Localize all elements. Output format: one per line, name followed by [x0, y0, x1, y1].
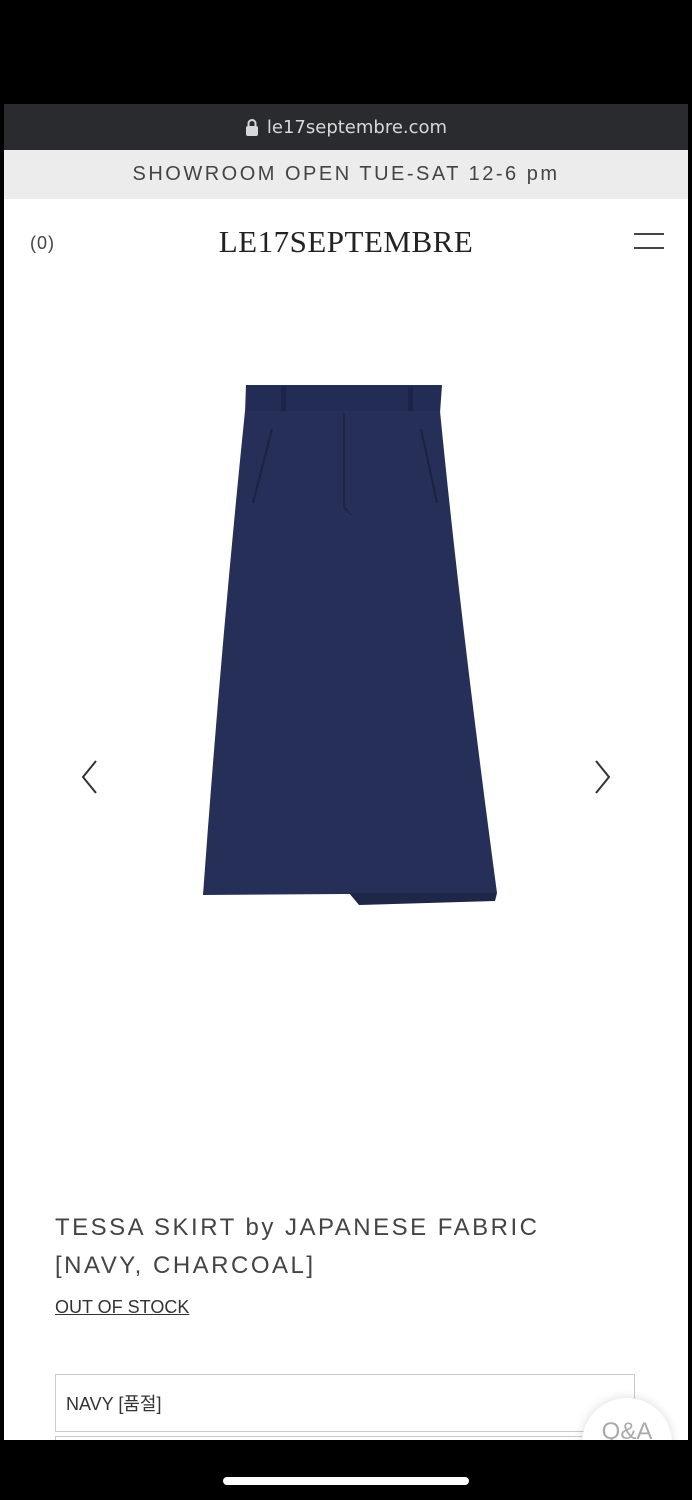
product-gallery	[4, 289, 688, 1209]
product-title-line1: TESSA SKIRT by JAPANESE FABRIC	[55, 1214, 540, 1241]
url-text: le17septembre.com	[266, 116, 448, 138]
product-title: TESSA SKIRT by JAPANESE FABRIC [NAVY, CH…	[55, 1209, 655, 1285]
home-indicator[interactable]	[223, 1477, 469, 1485]
lock-icon	[245, 119, 258, 136]
web-page: SHOWROOM OPEN TUE-SAT 12-6 pm (0) LE17SE…	[4, 150, 688, 1440]
chevron-right-icon[interactable]	[590, 757, 616, 797]
hamburger-menu-icon[interactable]	[634, 233, 664, 253]
site-logo[interactable]: LE17SEPTEMBRE	[4, 224, 688, 260]
announcement-bar: SHOWROOM OPEN TUE-SAT 12-6 pm	[4, 150, 688, 199]
status-bar-area	[0, 0, 692, 104]
option-select[interactable]: NAVY [품절]	[55, 1374, 635, 1432]
product-image[interactable]	[199, 385, 499, 915]
announcement-text: SHOWROOM OPEN TUE-SAT 12-6 pm	[132, 163, 560, 185]
qa-label: Q&A	[601, 1418, 653, 1440]
chevron-left-icon[interactable]	[76, 757, 102, 797]
bottom-bar	[0, 1440, 692, 1500]
stock-status-link[interactable]: OUT OF STOCK	[55, 1297, 189, 1318]
browser-url-bar[interactable]: le17septembre.com	[4, 104, 688, 150]
option-select-value: NAVY [품절]	[66, 1394, 162, 1414]
product-title-line2: [NAVY, CHARCOAL]	[55, 1252, 316, 1279]
site-header: (0) LE17SEPTEMBRE	[4, 199, 688, 289]
